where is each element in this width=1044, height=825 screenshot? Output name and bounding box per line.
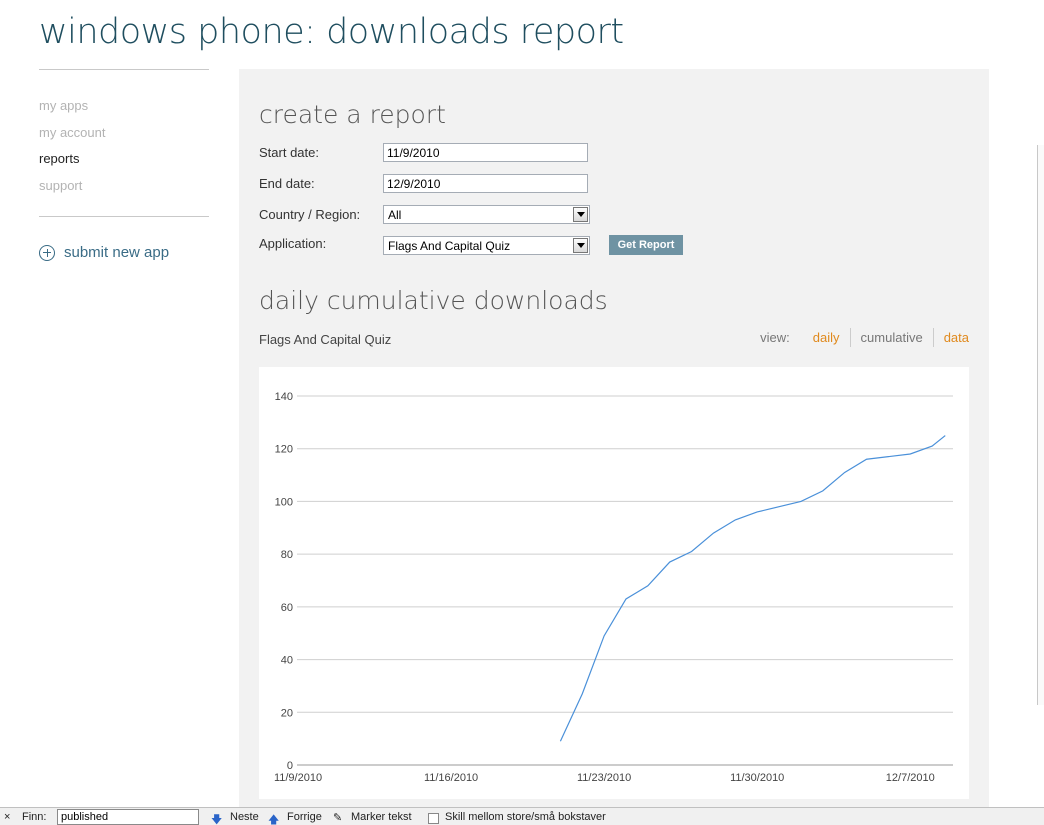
highlighter-icon[interactable]: ✎ — [333, 811, 342, 824]
country-region-label: Country / Region: — [259, 207, 361, 222]
x-tick-label: 11/30/2010 — [730, 772, 784, 784]
downloads-chart-svg: 0 20 40 60 80 100 120 140 11/9/2010 11/16/2010 11/… — [274, 391, 953, 784]
find-label: Finn: — [22, 811, 47, 823]
chevron-down-icon[interactable] — [573, 207, 588, 222]
x-tick-label: 12/7/2010 — [886, 772, 935, 784]
nav-item-my-apps[interactable]: my apps — [39, 93, 209, 120]
country-region-value: All — [388, 207, 402, 222]
nav-divider-top — [39, 69, 209, 70]
find-input[interactable] — [57, 809, 199, 825]
y-tick-label: 120 — [275, 444, 293, 456]
match-case-label: Skill mellom store/små bokstaver — [445, 811, 606, 823]
country-region-select[interactable]: All — [383, 205, 590, 224]
downloads-series-line — [559, 435, 946, 742]
sidebar-nav: my apps my account reports support — [39, 93, 209, 199]
downloads-heading: daily cumulative downloads — [259, 286, 608, 315]
y-tick-label: 20 — [281, 707, 293, 719]
create-report-heading: create a report — [259, 100, 446, 129]
page-title: windows phone: downloads report — [39, 12, 624, 52]
x-tick-label: 11/16/2010 — [424, 772, 478, 784]
y-tick-label: 80 — [281, 549, 293, 561]
chevron-down-icon[interactable] — [573, 238, 588, 253]
highlight-all-button[interactable]: Marker tekst — [351, 811, 412, 823]
start-date-input[interactable] — [383, 143, 588, 162]
nav-divider-bottom — [39, 216, 209, 217]
nav-item-my-account[interactable]: my account — [39, 120, 209, 147]
end-date-input[interactable] — [383, 174, 588, 193]
view-cumulative-link[interactable]: cumulative — [861, 328, 923, 347]
application-select[interactable]: Flags And Capital Quiz — [383, 236, 590, 255]
view-switch: view: daily cumulative data — [760, 328, 969, 347]
find-bar: × Finn: 🡇 Neste 🡅 Forrige ✎ Marker tekst… — [0, 807, 1044, 825]
application-label: Application: — [259, 236, 327, 251]
y-tick-label: 0 — [287, 760, 293, 772]
arrow-down-icon[interactable]: 🡇 — [211, 811, 222, 825]
nav-item-reports[interactable]: reports — [39, 146, 209, 173]
y-tick-label: 140 — [275, 391, 293, 403]
find-next-button[interactable]: Neste — [230, 811, 259, 823]
arrow-up-icon[interactable]: 🡅 — [268, 811, 279, 825]
x-tick-label: 11/9/2010 — [274, 772, 322, 784]
view-daily-link[interactable]: daily — [813, 328, 840, 347]
view-label: view: — [760, 330, 790, 345]
view-data-link[interactable]: data — [944, 328, 969, 347]
start-date-label: Start date: — [259, 145, 319, 160]
view-separator — [849, 328, 851, 347]
find-prev-button[interactable]: Forrige — [287, 811, 322, 823]
submit-new-app-link[interactable]: submit new app — [39, 244, 169, 261]
close-icon[interactable]: × — [4, 811, 10, 823]
nav-item-support[interactable]: support — [39, 173, 209, 200]
application-value: Flags And Capital Quiz — [388, 238, 511, 253]
scrollbar[interactable] — [1037, 145, 1044, 705]
plus-circle-icon — [39, 244, 55, 261]
match-case-checkbox[interactable] — [428, 813, 439, 824]
y-tick-label: 100 — [275, 496, 293, 508]
view-separator — [932, 328, 934, 347]
chart-app-name: Flags And Capital Quiz — [259, 332, 392, 347]
end-date-label: End date: — [259, 176, 315, 191]
get-report-button[interactable]: Get Report — [609, 235, 683, 255]
y-tick-label: 60 — [281, 602, 293, 614]
downloads-chart: 0 20 40 60 80 100 120 140 11/9/2010 11/16/2010 11/… — [259, 367, 969, 799]
report-panel: create a report Start date: End date: Co… — [239, 69, 989, 809]
x-tick-label: 11/23/2010 — [577, 772, 631, 784]
submit-new-app-label: submit new app — [64, 244, 170, 261]
y-tick-label: 40 — [281, 655, 293, 667]
